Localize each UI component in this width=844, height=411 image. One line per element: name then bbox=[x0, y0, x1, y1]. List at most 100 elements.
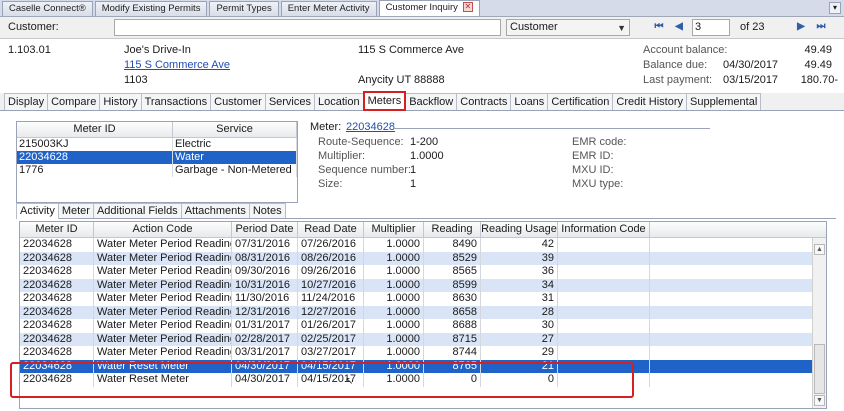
tab-additional-fields[interactable]: Additional Fields bbox=[92, 203, 182, 218]
tab-supplemental[interactable]: Supplemental bbox=[686, 93, 762, 110]
tab-contracts[interactable]: Contracts bbox=[456, 93, 512, 110]
page-number-input[interactable]: 3 bbox=[692, 19, 730, 36]
meter-list-row[interactable]: 22034628 Water bbox=[17, 151, 297, 164]
tab-certification[interactable]: Certification bbox=[547, 93, 614, 110]
multiplier-cell: 1.0000 bbox=[364, 305, 424, 319]
column-header-meter-id[interactable]: Meter ID bbox=[17, 122, 173, 137]
account-balance-value: 49.49 bbox=[804, 44, 832, 56]
tab-location[interactable]: Location bbox=[314, 93, 364, 110]
table-row[interactable]: 22034628 Water Meter Period Reading 01/31/… bbox=[20, 319, 826, 333]
first-record-icon[interactable]: ⏮ bbox=[652, 20, 666, 34]
meter-link[interactable]: 22034628 bbox=[346, 121, 395, 133]
table-row[interactable]: 22034628 Water Meter Period Reading 09/30/… bbox=[20, 265, 826, 279]
search-by-select[interactable]: Customer ▼ bbox=[506, 19, 630, 36]
column-header-reading[interactable]: Reading bbox=[424, 222, 481, 237]
meter-label: Meter: bbox=[310, 121, 342, 133]
information-code-cell bbox=[558, 332, 650, 346]
tab-notes[interactable]: Notes bbox=[248, 203, 286, 218]
tab-services[interactable]: Services bbox=[264, 93, 315, 110]
vertical-scrollbar[interactable]: ▲ ▼ bbox=[812, 238, 826, 408]
tab-transactions[interactable]: Transactions bbox=[140, 93, 212, 110]
tab-compare[interactable]: Compare bbox=[47, 93, 101, 110]
tab-attachments[interactable]: Attachments bbox=[180, 203, 250, 218]
doc-tab-permit-types[interactable]: Permit Types bbox=[209, 1, 279, 16]
doc-tab-customer-inquiry[interactable]: Customer Inquiry ✕ bbox=[378, 0, 480, 16]
tab-history[interactable]: History bbox=[99, 93, 142, 110]
tab-meters[interactable]: Meters bbox=[362, 91, 407, 111]
reading-usage-cell: 31 bbox=[481, 292, 558, 306]
next-record-icon[interactable]: ▶ bbox=[794, 20, 808, 34]
multiplier-value: 1.0000 bbox=[410, 150, 444, 162]
read-date-cell: 04/15/2017 bbox=[298, 373, 364, 387]
sub-tab-strip: Activity Meter Additional Fields Attachm… bbox=[16, 203, 836, 219]
search-by-value: Customer bbox=[510, 21, 558, 33]
table-row[interactable]: 22034628 Water Meter Period Reading 10/31/… bbox=[20, 278, 826, 292]
multiplier-cell: 1.0000 bbox=[364, 359, 424, 373]
tab-display[interactable]: Display bbox=[4, 93, 49, 110]
action-code-cell: Water Meter Period Reading bbox=[94, 238, 232, 252]
period-date-cell: 08/31/2016 bbox=[232, 251, 298, 265]
reading-usage-cell: 0 bbox=[481, 373, 558, 387]
previous-record-icon[interactable]: ◀ bbox=[672, 20, 686, 34]
read-date-cell: 02/25/2017 bbox=[298, 332, 364, 346]
read-date-cell: 07/26/2016 bbox=[298, 238, 364, 252]
table-row[interactable]: 22034628 Water Meter Period Reading 07/31/… bbox=[20, 238, 826, 252]
reading-cell: 8565 bbox=[424, 265, 481, 279]
action-code-cell: Water Meter Period Reading bbox=[94, 346, 232, 360]
customer-input[interactable] bbox=[114, 19, 501, 36]
service-cell: Water bbox=[173, 151, 297, 164]
meter-id-cell: 22034628 bbox=[20, 278, 94, 292]
meter-id-cell: 22034628 bbox=[20, 238, 94, 252]
table-row[interactable]: 22034628 Water Meter Period Reading 12/31/… bbox=[20, 305, 826, 319]
tab-customer[interactable]: Customer bbox=[210, 93, 266, 110]
column-header-read-date[interactable]: Read Date bbox=[298, 222, 364, 237]
read-date-cell: 11/24/2016 bbox=[298, 292, 364, 306]
column-header-action-code[interactable]: Action Code bbox=[94, 222, 232, 237]
table-row[interactable]: 22034628 Water Meter Period Reading 02/28/… bbox=[20, 332, 826, 346]
scroll-up-icon[interactable]: ▲ bbox=[814, 244, 825, 255]
table-row[interactable]: 22034628 Water Reset Meter 04/30/2017 04/15… bbox=[20, 359, 826, 373]
column-header-meter-id[interactable]: Meter ID bbox=[20, 222, 94, 237]
service-address-link[interactable]: 115 S Commerce Ave bbox=[124, 59, 230, 71]
meter-list-row[interactable]: 1776 Garbage - Non-Metered bbox=[17, 164, 297, 177]
column-header-information-code[interactable]: Information Code bbox=[558, 222, 650, 237]
period-date-cell: 04/30/2017 bbox=[232, 359, 298, 373]
last-payment-value: 180.70- bbox=[800, 74, 838, 86]
route-sequence-label: Route-Sequence: bbox=[318, 136, 404, 148]
tab-credit-history[interactable]: Credit History bbox=[612, 93, 688, 110]
close-icon[interactable]: ✕ bbox=[462, 2, 473, 13]
last-record-icon[interactable]: ⏭ bbox=[814, 20, 828, 34]
mxu-id-label: MXU ID: bbox=[572, 164, 614, 176]
table-row[interactable]: 22034628 Water Meter Period Reading 11/30/… bbox=[20, 292, 826, 306]
multiplier-cell: 1.0000 bbox=[364, 292, 424, 306]
column-header-multiplier[interactable]: Multiplier bbox=[364, 222, 424, 237]
service-cell: Electric bbox=[173, 138, 297, 151]
column-header-period-date[interactable]: Period Date bbox=[232, 222, 298, 237]
read-date-cell: 03/27/2017 bbox=[298, 346, 364, 360]
chevron-down-icon[interactable]: ▾ bbox=[829, 2, 841, 14]
tab-meter[interactable]: Meter bbox=[57, 203, 94, 218]
meter-list-row[interactable]: 215003KJ Electric bbox=[17, 138, 297, 151]
scroll-down-icon[interactable]: ▼ bbox=[814, 395, 825, 406]
table-row[interactable]: 22034628 Water Reset Meter 04/30/2017 04/15… bbox=[20, 373, 826, 387]
doc-tab-enter-meter-activity[interactable]: Enter Meter Activity bbox=[280, 1, 377, 16]
column-header-reading-usage[interactable]: Reading Usage bbox=[481, 222, 558, 237]
scrollbar-thumb[interactable] bbox=[814, 344, 825, 394]
tab-backflow[interactable]: Backflow bbox=[405, 93, 458, 110]
table-row[interactable]: 22034628 Water Meter Period Reading 08/31/… bbox=[20, 251, 826, 265]
doc-tab-caselle-connect[interactable]: Caselle Connect® bbox=[2, 1, 93, 16]
action-code-cell: Water Reset Meter bbox=[94, 373, 232, 387]
tab-loans[interactable]: Loans bbox=[510, 93, 549, 110]
activity-grid-body: 22034628 Water Meter Period Reading 07/31/… bbox=[20, 238, 826, 387]
reading-usage-cell: 39 bbox=[481, 251, 558, 265]
column-header-service[interactable]: Service bbox=[173, 122, 297, 137]
table-row[interactable]: 22034628 Water Meter Period Reading 03/31/… bbox=[20, 346, 826, 360]
meter-id-cell: 22034628 bbox=[17, 151, 173, 164]
period-date-cell: 04/30/2017 bbox=[232, 373, 298, 387]
period-date-cell: 01/31/2017 bbox=[232, 319, 298, 333]
reading-cell: 8765 bbox=[424, 359, 481, 373]
tab-activity[interactable]: Activity bbox=[16, 203, 59, 219]
doc-tab-modify-existing-permits[interactable]: Modify Existing Permits bbox=[94, 1, 208, 16]
reading-cell: 0 bbox=[424, 373, 481, 387]
period-date-cell: 02/28/2017 bbox=[232, 332, 298, 346]
